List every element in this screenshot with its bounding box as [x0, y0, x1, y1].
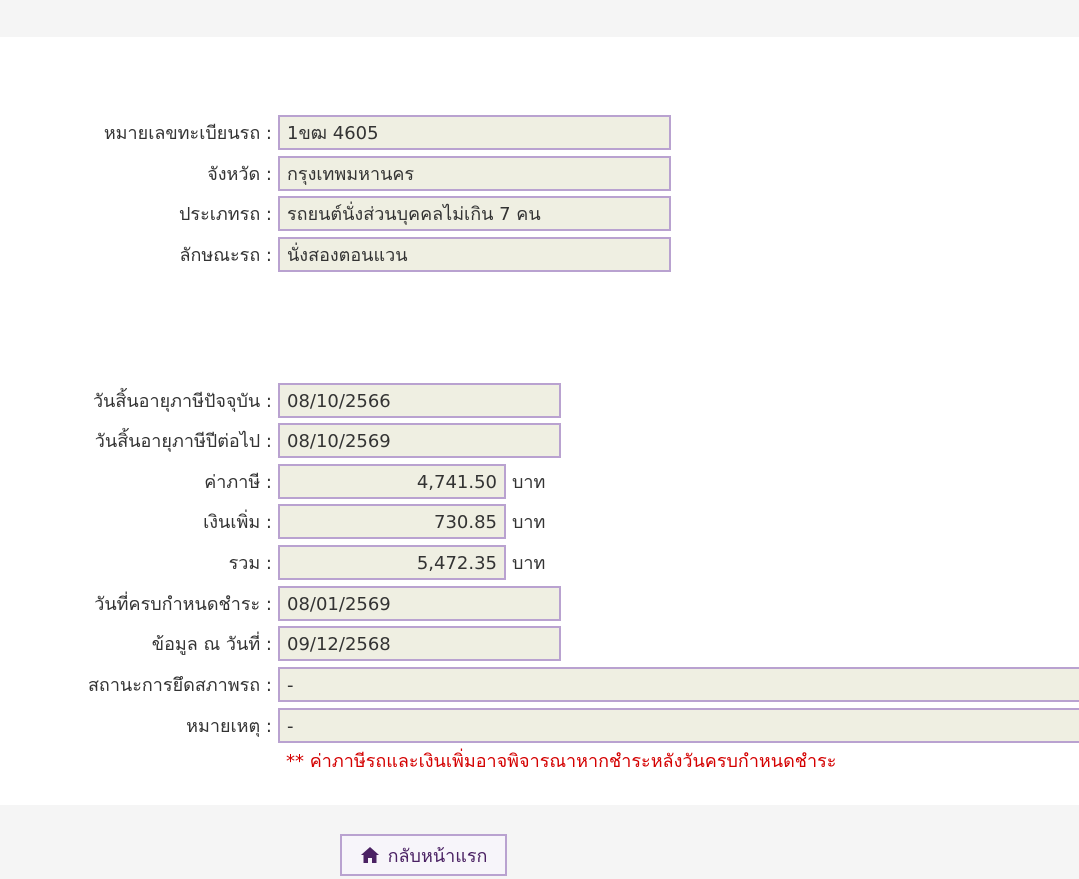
tax-note: ** ค่าภาษีรถและเงินเพิ่มอาจพิจารณาหากชำร… [286, 751, 837, 772]
due-label: วันที่ครบกำหนดชำระ : [94, 594, 272, 615]
due-field: 08/01/2569 [278, 586, 561, 621]
remark-label: หมายเหตุ : [186, 716, 272, 737]
tax-field: 4,741.50 [278, 464, 506, 499]
home-button-label: กลับหน้าแรก [387, 845, 488, 867]
home-button[interactable]: กลับหน้าแรก [340, 834, 507, 876]
plate-field: 1ขฒ 4605 [278, 115, 671, 150]
province-field: กรุงเทพมหานคร [278, 156, 671, 191]
tax-label: ค่าภาษี : [204, 472, 272, 493]
surcharge-unit: บาท [512, 512, 546, 533]
data-date-field: 09/12/2568 [278, 626, 561, 661]
type-label: ประเภทรถ : [179, 204, 272, 225]
current-expiry-field: 08/10/2566 [278, 383, 561, 418]
next-expiry-label: วันสิ้นอายุภาษีปีต่อไป : [94, 431, 272, 452]
total-field: 5,472.35 [278, 545, 506, 580]
remark-field: - [278, 708, 1079, 743]
style-label: ลักษณะรถ : [179, 245, 272, 266]
seizure-field: - [278, 667, 1079, 702]
data-date-label: ข้อมูล ณ วันที่ : [151, 634, 272, 655]
current-expiry-label: วันสิ้นอายุภาษีปัจจุบัน : [92, 391, 272, 412]
province-label: จังหวัด : [207, 164, 272, 185]
home-icon [360, 846, 380, 864]
top-band [0, 0, 1079, 37]
surcharge-label: เงินเพิ่ม : [203, 512, 272, 533]
type-field: รถยนต์นั่งส่วนบุคคลไม่เกิน 7 คน [278, 196, 671, 231]
tax-unit: บาท [512, 472, 546, 493]
bottom-band [0, 805, 1079, 879]
total-label: รวม : [228, 553, 272, 574]
style-field: นั่งสองตอนแวน [278, 237, 671, 272]
total-unit: บาท [512, 553, 546, 574]
plate-label: หมายเลขทะเบียนรถ : [103, 123, 272, 144]
surcharge-field: 730.85 [278, 504, 506, 539]
next-expiry-field: 08/10/2569 [278, 423, 561, 458]
seizure-label: สถานะการยึดสภาพรถ : [87, 675, 272, 696]
